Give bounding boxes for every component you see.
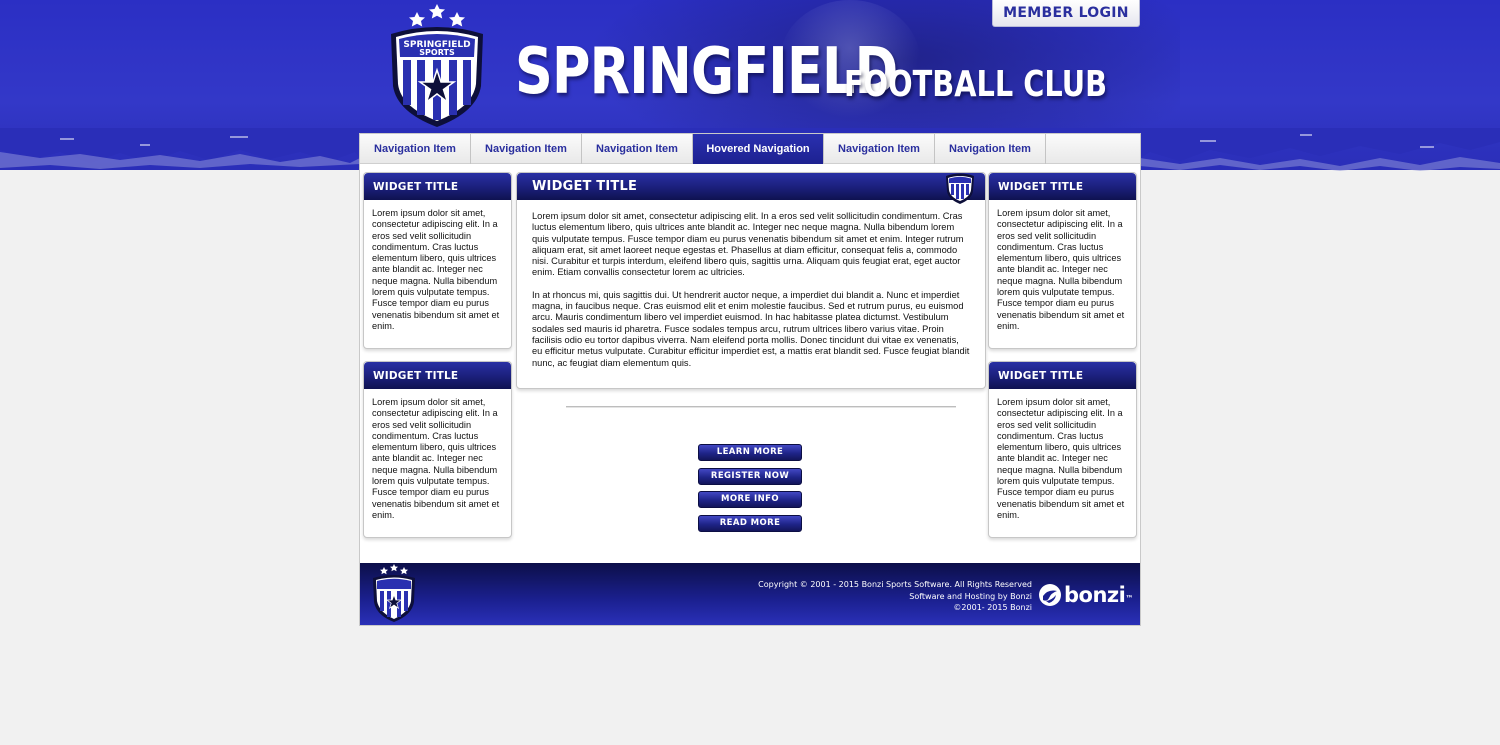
left-bottom-widget: WIDGET TITLE Lorem ipsum dolor sit amet,… (363, 361, 512, 538)
nav-item-hovered[interactable]: Hovered Navigation (693, 134, 824, 164)
years-line: ©2001- 2015 Bonzi (953, 603, 1032, 612)
svg-text:SPORTS: SPORTS (419, 48, 455, 57)
nav-item-1[interactable]: Navigation Item (360, 134, 471, 164)
member-login-button[interactable]: MEMBER LOGIN (992, 0, 1140, 27)
nav-item-3[interactable]: Navigation Item (582, 134, 693, 164)
widget-title: WIDGET TITLE (989, 173, 1136, 200)
brand-sub-text: FOOTBALL CLUB (844, 64, 1108, 105)
more-info-button[interactable]: MORE INFO (698, 491, 802, 508)
right-top-widget: WIDGET TITLE Lorem ipsum dolor sit amet,… (988, 172, 1137, 349)
main-navigation: Navigation Item Navigation Item Navigati… (360, 134, 1140, 164)
bonzi-trademark: ™ (1125, 594, 1133, 603)
main-paragraph-2: In at rhoncus mi, quis sagittis dui. Ut … (532, 289, 970, 368)
club-brand: SPRINGFIELD FOOTBALL CLUB (515, 35, 1107, 109)
footer-copyright: Copyright © 2001 - 2015 Bonzi Sports Sof… (758, 579, 1032, 614)
widget-title: WIDGET TITLE (989, 362, 1136, 389)
bonzi-logo-icon (1039, 584, 1061, 606)
main-container: Navigation Item Navigation Item Navigati… (359, 133, 1141, 626)
bonzi-logo[interactable]: bonzi ™ (1038, 583, 1133, 607)
bonzi-wordmark: bonzi (1064, 583, 1126, 607)
widget-title: WIDGET TITLE (364, 362, 511, 389)
nav-item-2[interactable]: Navigation Item (471, 134, 582, 164)
learn-more-button[interactable]: LEARN MORE (698, 444, 802, 461)
right-bottom-widget: WIDGET TITLE Lorem ipsum dolor sit amet,… (988, 361, 1137, 538)
site-footer: Copyright © 2001 - 2015 Bonzi Sports Sof… (360, 563, 1140, 625)
main-content-widget: WIDGET TITLE Lorem ipsum dolor sit amet,… (516, 172, 986, 389)
hosting-line: Software and Hosting by Bonzi (909, 591, 1032, 601)
footer-crest-icon (373, 564, 415, 622)
register-now-button[interactable]: REGISTER NOW (698, 468, 802, 485)
nav-item-5[interactable]: Navigation Item (824, 134, 935, 164)
read-more-button[interactable]: READ MORE (698, 515, 802, 532)
main-widget-body: Lorem ipsum dolor sit amet, consectetur … (517, 200, 985, 369)
main-widget-title: WIDGET TITLE (517, 173, 985, 200)
widget-title: WIDGET TITLE (364, 173, 511, 200)
mini-crest-icon (946, 173, 974, 204)
main-paragraph-1: Lorem ipsum dolor sit amet, consectetur … (532, 211, 964, 278)
left-top-widget: WIDGET TITLE Lorem ipsum dolor sit amet,… (363, 172, 512, 349)
widget-body: Lorem ipsum dolor sit amet, consectetur … (997, 397, 1125, 520)
brand-main-text: SPRINGFIELD (515, 35, 898, 109)
crest-logo-icon: SPRINGFIELD SPORTS (391, 4, 483, 127)
content-divider (566, 406, 956, 408)
widget-body: Lorem ipsum dolor sit amet, consectetur … (997, 208, 1125, 331)
copyright-line: Copyright © 2001 - 2015 Bonzi Sports Sof… (758, 580, 1032, 589)
widget-body: Lorem ipsum dolor sit amet, consectetur … (372, 208, 500, 331)
nav-item-6[interactable]: Navigation Item (935, 134, 1046, 164)
widget-body: Lorem ipsum dolor sit amet, consectetur … (372, 397, 500, 520)
